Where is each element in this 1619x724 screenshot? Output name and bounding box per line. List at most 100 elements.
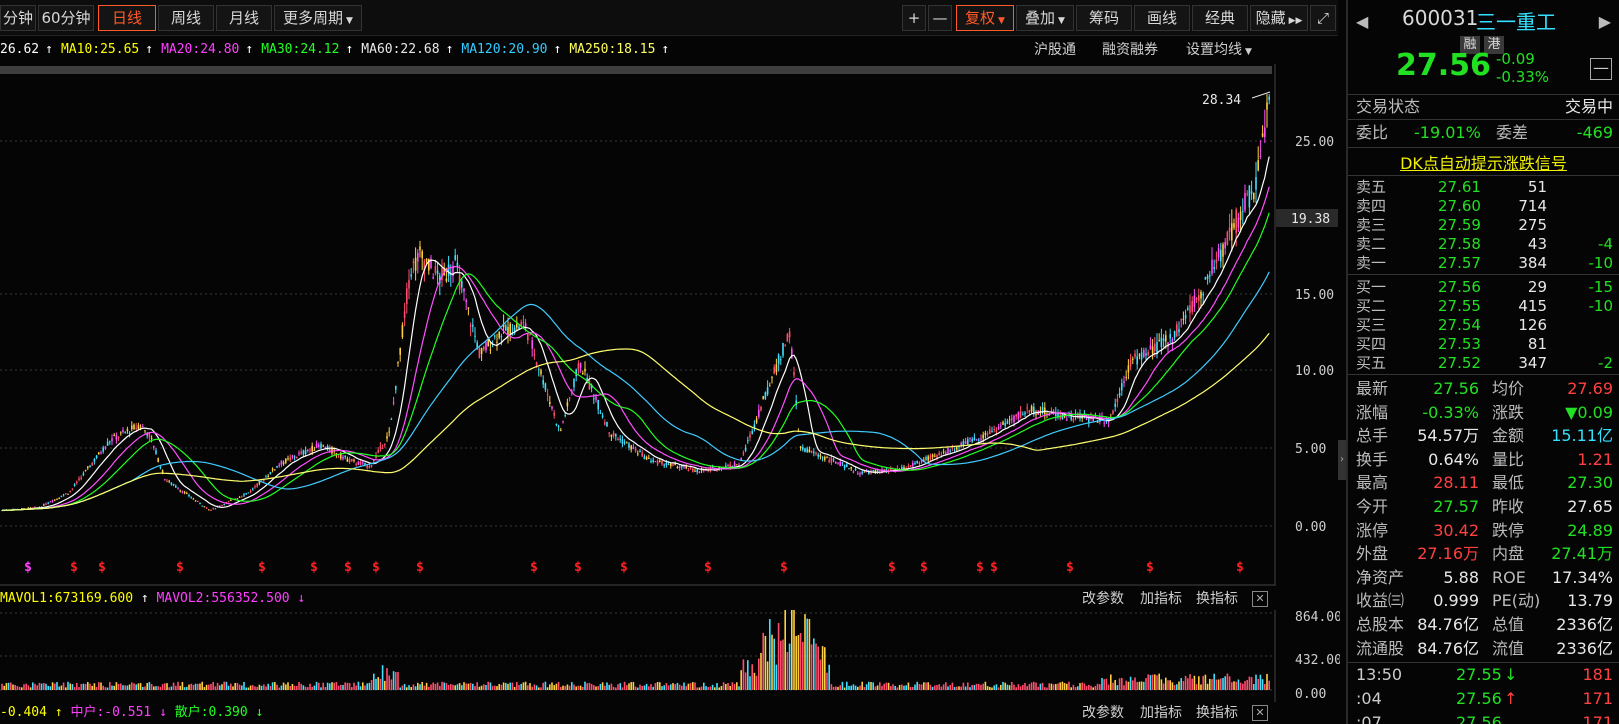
signal-mark[interactable]: $ [1066, 560, 1074, 575]
volume-bar [579, 685, 582, 690]
add-indicator-link-2[interactable]: 加指标 [1140, 702, 1182, 722]
quote-label: 最高 [1356, 473, 1389, 493]
margin-trading-link[interactable]: 融资融券 [1102, 38, 1158, 62]
volume-bar [131, 682, 133, 690]
volume-bar [989, 686, 991, 690]
ma-line [1, 332, 1270, 511]
signal-mark[interactable]: $ [920, 560, 928, 575]
signal-mark[interactable]: $ [990, 560, 998, 575]
period-60min-button[interactable]: 60分钟 [38, 5, 94, 31]
signal-mark[interactable]: $ [976, 560, 984, 575]
volume-bar [1019, 686, 1022, 690]
asks-row[interactable]: 卖二 27.58 43 -4 [1356, 235, 1613, 254]
signal-mark[interactable]: $ [176, 560, 184, 575]
edit-params-link-2[interactable]: 改参数 [1082, 702, 1124, 722]
candle-body [775, 364, 778, 373]
candle-body [91, 463, 93, 466]
candle-body [947, 448, 949, 454]
volume-bar [115, 682, 118, 690]
volume-bar [139, 683, 142, 690]
fullscreen-button[interactable]: ⤢ [1310, 5, 1336, 31]
close-volume-button[interactable]: ✕ [1252, 591, 1268, 607]
add-indicator-link[interactable]: 加指标 [1140, 588, 1182, 608]
switch-indicator-link-2[interactable]: 换指标 [1196, 702, 1238, 722]
hugutong-link[interactable]: 沪股通 [1034, 38, 1076, 62]
switch-indicator-link[interactable]: 换指标 [1196, 588, 1238, 608]
candle-body [670, 463, 672, 467]
asks-row[interactable]: 卖五 27.61 51 [1356, 178, 1613, 197]
candle-body [276, 465, 278, 468]
more-periods-dropdown[interactable]: 更多周期 ▼ [274, 5, 362, 31]
volume-bar [73, 687, 76, 690]
signal-mark[interactable]: $ [416, 560, 424, 575]
volume-bar [529, 683, 531, 690]
weicha-value: -469 [1576, 123, 1613, 142]
next-stock-button[interactable]: ▶ [1599, 12, 1611, 31]
signal-mark[interactable]: $ [24, 560, 32, 575]
volume-bar [903, 685, 905, 690]
bids-row[interactable]: 买一 27.56 29 -15 [1356, 278, 1613, 297]
ma-settings-dropdown[interactable]: 设置均线 ▼ [1186, 38, 1252, 64]
collapse-panel-button[interactable]: — [1590, 58, 1612, 80]
classic-button[interactable]: 经典 [1192, 5, 1248, 31]
signal-mark[interactable]: $ [574, 560, 582, 575]
asks-chg: -10 [1588, 254, 1614, 272]
bids-row[interactable]: 买四 27.53 81 [1356, 335, 1613, 354]
candle-body [285, 458, 287, 463]
fuquan-dropdown[interactable]: 复权 ▼ [956, 5, 1014, 31]
signal-mark[interactable]: $ [888, 560, 896, 575]
candle-body [676, 466, 679, 469]
edit-params-link[interactable]: 改参数 [1082, 588, 1124, 608]
volume-bar [45, 683, 47, 690]
signal-mark[interactable]: $ [70, 560, 78, 575]
volume-bar [1127, 681, 1130, 690]
signal-mark[interactable]: $ [1146, 560, 1154, 575]
signal-mark[interactable]: $ [344, 560, 352, 575]
period-minute-button[interactable]: 分钟 [0, 5, 36, 31]
close-indicator-button[interactable]: ✕ [1252, 705, 1268, 721]
volume-bar [500, 684, 503, 690]
signal-mark[interactable]: $ [98, 560, 106, 575]
volume-bar [373, 673, 375, 690]
dk-signal-link[interactable]: DK点自动提示涨跌信号 [1348, 150, 1619, 174]
volume-bar [1202, 675, 1204, 690]
period-weekly-button[interactable]: 周线 [158, 5, 214, 31]
signal-mark[interactable]: $ [258, 560, 266, 575]
candle-body [1268, 96, 1270, 101]
bids-price: 27.52 [1438, 354, 1481, 372]
candle-body [414, 257, 417, 271]
asks-row[interactable]: 卖四 27.60 714 [1356, 197, 1613, 216]
period-monthly-button[interactable]: 月线 [216, 5, 272, 31]
asks-row[interactable]: 卖三 27.59 275 [1356, 216, 1613, 235]
volume-bar [208, 684, 210, 690]
asks-row[interactable]: 卖一 27.57 384 -10 [1356, 254, 1613, 273]
prev-stock-button[interactable]: ◀ [1356, 12, 1368, 31]
quote-value: 0.64% [1428, 449, 1479, 469]
volume-bar [463, 682, 465, 690]
chips-button[interactable]: 筹码 [1076, 5, 1132, 31]
bids-row[interactable]: 买二 27.55 415 -10 [1356, 297, 1613, 316]
bids-row[interactable]: 买五 27.52 347 -2 [1356, 354, 1613, 373]
bids-row[interactable]: 买三 27.54 126 [1356, 316, 1613, 335]
period-daily-button[interactable]: 日线 [98, 5, 156, 31]
panel-splitter-handle[interactable]: › [1338, 440, 1346, 480]
signal-mark[interactable]: $ [310, 560, 318, 575]
hide-button[interactable]: 隐藏 ▶▶ [1250, 5, 1308, 31]
volume-bar [40, 683, 43, 690]
volume-bar [731, 682, 734, 690]
kline-chart[interactable]: 25.00 15.00 10.00 5.00 0.00 19.38 28.34 $ $ $ $ $ $ $… [0, 64, 1340, 586]
signal-mark[interactable]: $ [530, 560, 538, 575]
signal-mark[interactable]: $ [704, 560, 712, 575]
candle-body [769, 385, 771, 387]
signal-mark[interactable]: $ [372, 560, 380, 575]
zoom-in-button[interactable]: + [902, 5, 926, 31]
signal-mark[interactable]: $ [620, 560, 628, 575]
overlay-dropdown[interactable]: 叠加 ▼ [1016, 5, 1074, 31]
signal-mark[interactable]: $ [780, 560, 788, 575]
zoom-out-button[interactable]: — [928, 5, 952, 31]
candle-body [1149, 345, 1152, 349]
volume-bar [1024, 682, 1026, 690]
volume-bar [1209, 678, 1211, 690]
signal-mark[interactable]: $ [1236, 560, 1244, 575]
draw-line-button[interactable]: 画线 [1134, 5, 1190, 31]
